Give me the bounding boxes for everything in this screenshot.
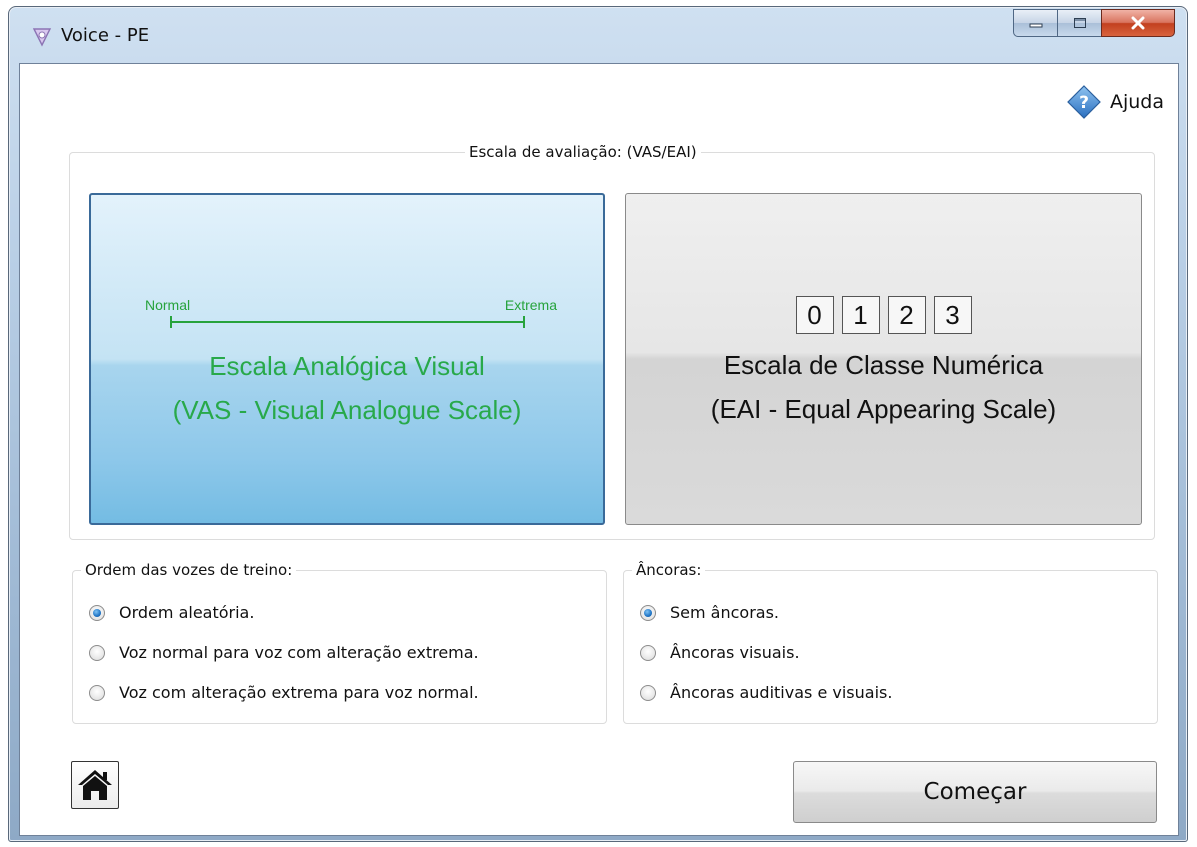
radio-button[interactable] [640,684,656,701]
eai-digit-1: 1 [841,296,880,334]
order-option-random[interactable]: Ordem aleatória. [89,603,254,622]
order-option-label: Ordem aleatória. [119,603,255,622]
anchor-option-none[interactable]: Sem âncoras. [640,603,779,622]
order-option-normal-to-extreme[interactable]: Voz normal para voz com alteração extrem… [89,643,479,662]
minimize-button[interactable] [1013,9,1057,37]
help-diamond-icon: ? [1067,85,1101,119]
anchors-groupbox: Âncoras: Sem âncoras. Âncoras visuais. Â… [623,560,1158,724]
eai-digit-row: 0 1 2 3 [626,296,1141,334]
maximize-button[interactable] [1057,9,1101,37]
anchor-option-label: Sem âncoras. [670,603,780,622]
vas-title-line2: (VAS - Visual Analogue Scale) [172,395,522,425]
start-button[interactable]: Começar [793,761,1157,823]
radio-button[interactable] [89,684,105,701]
order-option-label: Voz normal para voz com alteração extrem… [119,643,479,662]
eai-digit-0: 0 [795,296,834,334]
vas-tick-left [170,316,172,328]
eai-digit-2: 2 [887,296,926,334]
home-icon [78,770,112,800]
home-button[interactable] [71,761,119,809]
voice-app-icon [32,28,52,47]
window-title: Voice - PE [61,25,150,46]
anchor-option-auditory-visual[interactable]: Âncoras auditivas e visuais. [640,683,892,702]
app-window: Voice - PE ? Ajuda Escala de avaliação: … [8,6,1188,842]
scale-groupbox: Escala de avaliação: (VAS/EAI) Normal Ex… [69,142,1155,540]
eai-digit-3: 3 [933,296,972,334]
help-label: Ajuda [1109,91,1164,113]
eai-scale-card[interactable]: 0 1 2 3 Escala de Classe Numérica (EAI -… [625,193,1142,525]
radio-dot [644,608,652,617]
eai-title-line2: (EAI - Equal Appearing Scale) [710,394,1057,424]
anchor-option-visual[interactable]: Âncoras visuais. [640,643,800,662]
scale-group-legend: Escala de avaliação: (VAS/EAI) [465,142,701,162]
radio-button[interactable] [640,644,656,661]
anchor-option-label: Âncoras auditivas e visuais. [670,683,893,702]
maximize-icon [1073,18,1086,28]
training-order-groupbox: Ordem das vozes de treino: Ordem aleatór… [72,560,607,724]
title-bar[interactable]: Voice - PE [9,7,1187,63]
vas-scale-card[interactable]: Normal Extrema Escala Analógica Visual (… [89,193,605,525]
eai-title-line1: Escala de Classe Numérica [723,350,1044,380]
anchor-option-label: Âncoras visuais. [670,643,800,662]
svg-text:?: ? [1079,93,1089,113]
caption-buttons [1013,9,1175,37]
close-icon [1131,16,1145,30]
vas-line-illustration: Normal Extrema [145,297,557,328]
vas-normal-label: Normal [145,297,191,313]
vas-title-line1: Escala Analógica Visual [209,351,485,381]
client-area: ? Ajuda Escala de avaliação: (VAS/EAI) N… [19,63,1179,836]
vas-extrema-label: Extrema [504,297,557,313]
training-order-legend: Ordem das vozes de treino: [81,560,297,580]
vas-line [170,321,525,323]
radio-button[interactable] [89,644,105,661]
radio-dot [93,608,101,617]
help-button[interactable]: ? Ajuda [1066,84,1164,120]
vas-tick-right [523,316,525,328]
close-button[interactable] [1101,9,1175,37]
anchors-legend: Âncoras: [632,560,706,580]
order-option-extreme-to-normal[interactable]: Voz com alteração extrema para voz norma… [89,683,479,702]
radio-button-checked[interactable] [89,604,105,621]
minimize-icon [1029,23,1042,28]
radio-button-checked[interactable] [640,604,656,621]
order-option-label: Voz com alteração extrema para voz norma… [119,683,479,702]
